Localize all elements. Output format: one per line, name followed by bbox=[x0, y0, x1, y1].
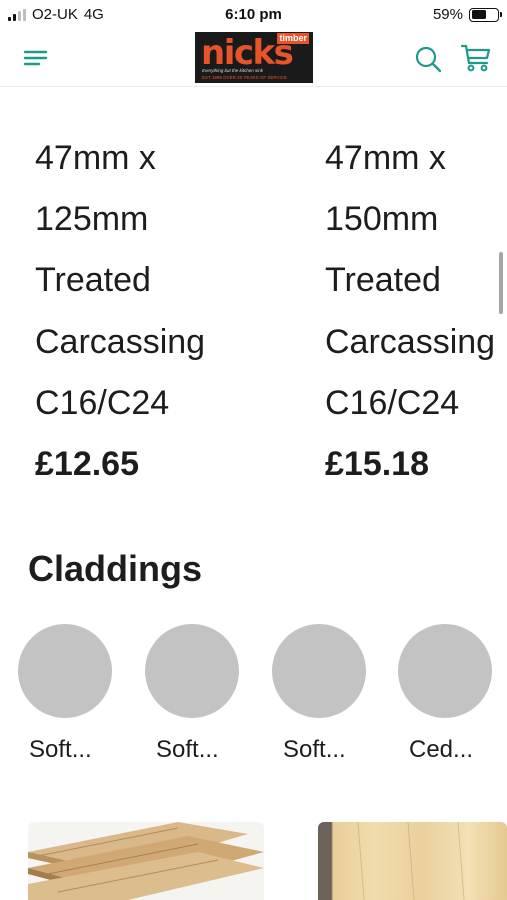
category-label: Soft... bbox=[156, 736, 219, 763]
product-title-line: C16/C24 bbox=[35, 383, 170, 422]
scrollbar[interactable] bbox=[499, 252, 503, 314]
logo-est: EST 1999 OVER 20 YEARS OF SERVICE bbox=[202, 75, 288, 80]
search-icon bbox=[415, 46, 442, 73]
search-button[interactable] bbox=[414, 45, 442, 73]
logo-sub: timber bbox=[277, 33, 309, 44]
site-logo[interactable]: nicks timber Everything but the kitchen … bbox=[195, 32, 313, 83]
product-title-line: Carcassing bbox=[35, 322, 206, 361]
product-card[interactable]: 47mm x 125mm Treated Carcassing C16/C24 … bbox=[35, 128, 285, 495]
cart-button[interactable] bbox=[460, 43, 492, 73]
menu-button[interactable] bbox=[22, 46, 50, 70]
logo-tagline: Everything but the kitchen sink bbox=[202, 68, 264, 73]
product-title-line: Treated bbox=[35, 261, 151, 300]
product-card[interactable]: 47mm x 150mm Treated Carcassing C16/C24 … bbox=[325, 128, 507, 495]
status-bar: O2-UK 4G 6:10 pm 59% bbox=[0, 0, 507, 30]
product-title-line: C16/C24 bbox=[325, 383, 460, 422]
product-title-line: Carcassing bbox=[325, 322, 496, 361]
battery-info: 59% bbox=[432, 6, 502, 23]
category-label: Soft... bbox=[283, 736, 346, 763]
product-title-line: 125mm bbox=[35, 200, 149, 239]
clock: 6:10 pm bbox=[225, 6, 282, 23]
category-label: Soft... bbox=[29, 736, 92, 763]
category-item[interactable]: Soft... bbox=[17, 624, 113, 763]
category-item[interactable]: Ced... bbox=[397, 624, 493, 763]
product-image[interactable] bbox=[318, 822, 507, 900]
product-title-line: 47mm x bbox=[325, 139, 446, 177]
product-title-line: 47mm x bbox=[35, 139, 156, 177]
battery-percent: 59% bbox=[432, 6, 463, 23]
category-image bbox=[145, 624, 239, 718]
timber-board-image bbox=[357, 822, 465, 900]
product-price: £15.18 bbox=[325, 445, 429, 484]
category-item[interactable]: Soft... bbox=[271, 624, 367, 763]
category-image bbox=[272, 624, 366, 718]
product-image[interactable] bbox=[28, 822, 264, 900]
category-image bbox=[398, 624, 492, 718]
category-image bbox=[18, 624, 112, 718]
product-title-line: 150mm bbox=[325, 200, 439, 239]
category-item[interactable]: Soft... bbox=[144, 624, 240, 763]
site-header: nicks timber Everything but the kitchen … bbox=[0, 30, 507, 87]
menu-icon bbox=[23, 50, 48, 66]
section-title: Claddings bbox=[28, 548, 203, 589]
product-title-line: Treated bbox=[325, 261, 441, 300]
battery-icon bbox=[469, 7, 502, 22]
cart-icon bbox=[460, 44, 491, 72]
product-price: £12.65 bbox=[35, 445, 139, 484]
timber-boards-image bbox=[28, 822, 264, 900]
category-label: Ced... bbox=[409, 736, 474, 763]
